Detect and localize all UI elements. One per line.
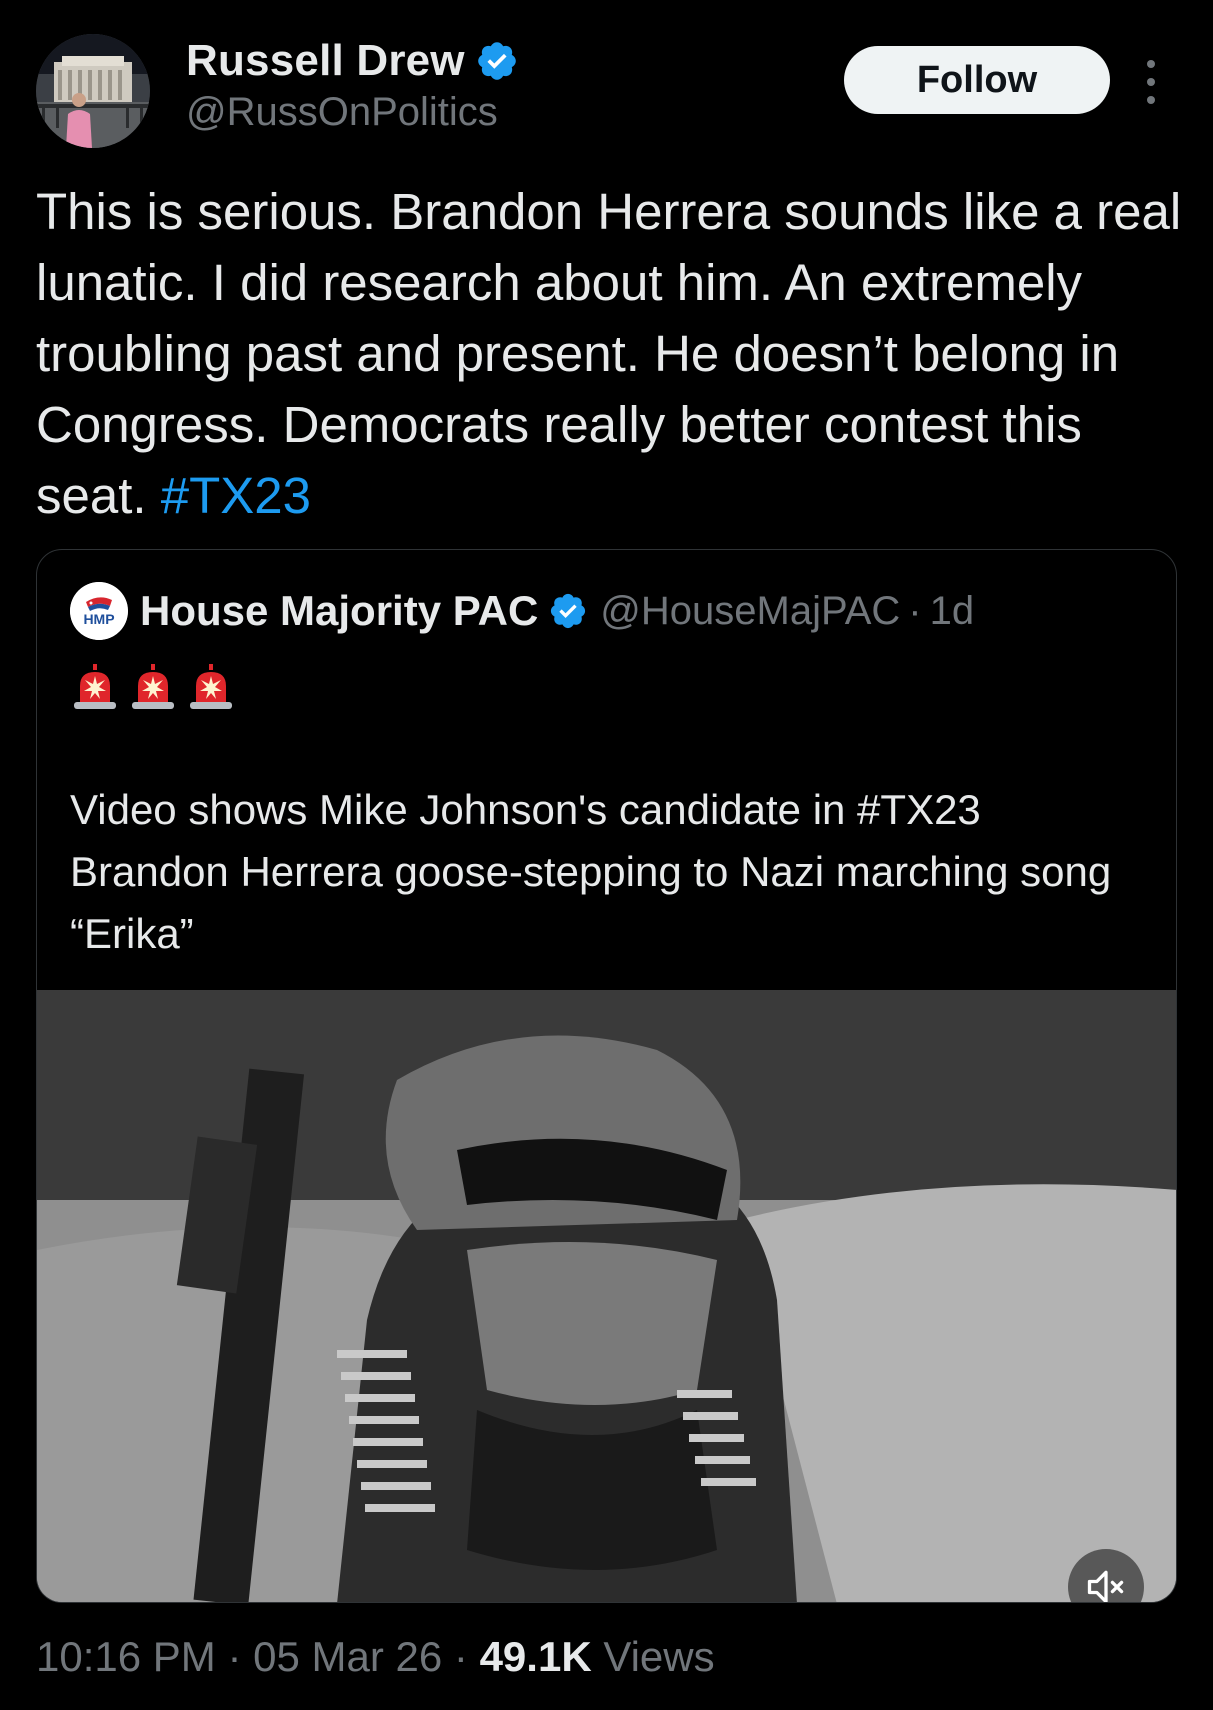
separator-dot: · [908,588,922,633]
verified-badge-icon [551,593,586,629]
tweet-hashtag[interactable]: #TX23 [161,467,311,524]
quoted-author-handle[interactable]: @HouseMajPAC [600,589,900,634]
verified-badge-icon [477,42,516,80]
separator-dot: · [227,1633,242,1680]
more-vertical-icon[interactable] [1136,54,1166,110]
tweet-header: Russell Drew @RussOnPolitics Follow [36,34,1186,154]
quoted-tweet[interactable]: HMP House Majority PAC @HouseMajPAC · 1d [36,549,1177,1603]
quoted-author-avatar[interactable]: HMP [70,582,128,640]
tweet-meta: 10:16 PM · 05 Mar 26 · 49.1K Views [36,1633,715,1681]
tweet-text: This is serious. Brandon Herrera sounds … [36,176,1186,531]
police-siren-icon [74,664,116,709]
follow-button[interactable]: Follow [844,46,1110,114]
author-name[interactable]: Russell Drew [186,36,465,86]
tweet-date[interactable]: 05 Mar 26 [253,1633,442,1680]
emoji-row [70,662,236,712]
tweet-time[interactable]: 10:16 PM [36,1633,216,1680]
hmp-logo-text: HMP [83,611,114,627]
views-label: Views [603,1633,715,1680]
quoted-author-name[interactable]: House Majority PAC [140,587,538,635]
video-player[interactable] [37,990,1176,1602]
separator-dot: · [453,1633,468,1680]
author-avatar[interactable] [36,34,150,148]
views-count[interactable]: 49.1K [480,1633,592,1680]
police-siren-icon [190,664,232,709]
quoted-timestamp[interactable]: 1d [930,589,975,634]
police-siren-icon [132,664,174,709]
quoted-tweet-header: HMP House Majority PAC @HouseMajPAC · 1d [70,582,974,640]
author-name-row: Russell Drew [186,36,519,86]
quoted-tweet-text: Video shows Mike Johnson's candidate in … [70,786,1112,957]
author-handle[interactable]: @RussOnPolitics [186,90,498,135]
video-thumbnail [37,990,1176,1602]
